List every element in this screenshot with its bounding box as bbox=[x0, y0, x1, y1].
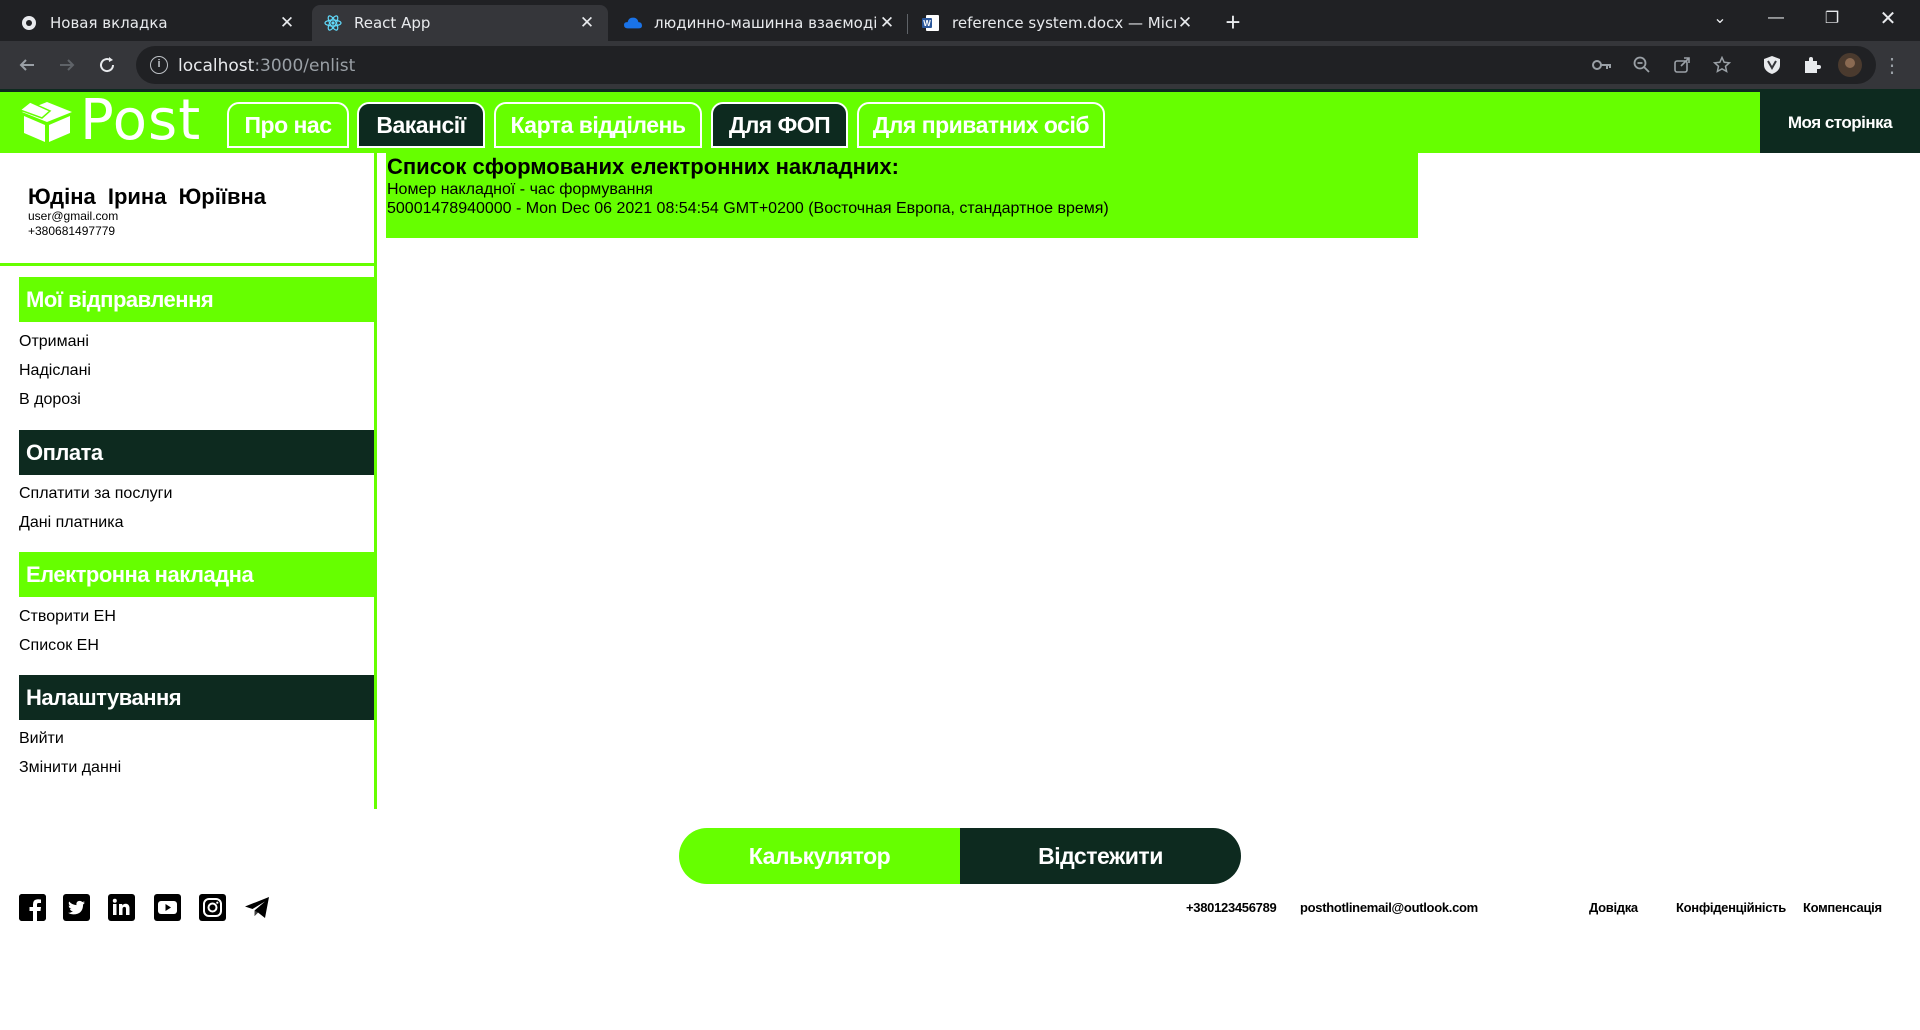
minimize-button[interactable]: — bbox=[1748, 0, 1804, 36]
arrow-left-icon bbox=[19, 59, 34, 71]
react-icon bbox=[324, 14, 342, 32]
user-email: user@gmail.com bbox=[28, 209, 119, 223]
onedrive-icon bbox=[624, 14, 642, 32]
web-page: Post Про нас Вакансії Карта відділень Дл… bbox=[0, 89, 1920, 1030]
back-button[interactable] bbox=[11, 49, 43, 81]
site-info-icon[interactable]: i bbox=[150, 56, 168, 74]
user-name: Юдіна Ірина Юріївна bbox=[28, 184, 267, 209]
reload-button[interactable] bbox=[91, 49, 123, 81]
arrow-right-icon bbox=[60, 59, 75, 71]
footer-link-help[interactable]: Довідка bbox=[1589, 900, 1638, 915]
close-tab-icon[interactable]: ✕ bbox=[878, 13, 896, 33]
sidebar-item-in-transit[interactable]: В дорозі bbox=[19, 391, 81, 409]
address-bar[interactable]: i localhost:3000/enlist bbox=[136, 46, 1876, 84]
sidebar-item-payer-data[interactable]: Дані платника bbox=[19, 514, 123, 532]
reload-icon bbox=[100, 57, 115, 73]
user-profile: Юдіна Ірина Юріївна user@gmail.com +3806… bbox=[0, 153, 374, 266]
youtube-icon[interactable] bbox=[154, 894, 181, 921]
logo-text: Post bbox=[80, 88, 202, 153]
page-title: Список сформованих електронних накладних… bbox=[387, 154, 899, 179]
section-settings[interactable]: Налаштування bbox=[19, 675, 374, 720]
sidebar-item-create-en[interactable]: Створити ЕН bbox=[19, 608, 116, 626]
calculator-button[interactable]: Калькулятор bbox=[679, 828, 960, 884]
nav-fop[interactable]: Для ФОП bbox=[711, 102, 848, 148]
nav-about[interactable]: Про нас bbox=[227, 102, 349, 148]
footer-link-compensation[interactable]: Компенсація bbox=[1803, 900, 1882, 915]
svg-text:W: W bbox=[923, 19, 931, 28]
section-payment[interactable]: Оплата bbox=[19, 430, 374, 475]
nav-branch-map[interactable]: Карта відділень bbox=[494, 102, 702, 148]
tab-react-app[interactable]: React App ✕ bbox=[312, 5, 608, 41]
cta-group: Калькулятор Відстежити bbox=[679, 828, 1241, 884]
box-logo-icon bbox=[20, 101, 72, 142]
telegram-icon[interactable] bbox=[244, 894, 271, 921]
user-phone: +380681497779 bbox=[28, 224, 116, 238]
sidebar-item-received[interactable]: Отримані bbox=[19, 333, 89, 351]
track-button[interactable]: Відстежити bbox=[960, 828, 1241, 884]
tab-separator bbox=[907, 14, 908, 34]
list-item: 50001478940000 - Mon Dec 06 2021 08:54:5… bbox=[387, 200, 1109, 217]
url-text[interactable]: localhost:3000/enlist bbox=[178, 56, 355, 76]
sidebar-item-sent[interactable]: Надіслані bbox=[19, 362, 91, 380]
sidebar-item-pay-services[interactable]: Сплатити за послуги bbox=[19, 485, 172, 503]
browser-tab-bar: Новая вкладка ✕ React App ✕ людинно-маши… bbox=[0, 0, 1920, 41]
restore-button[interactable]: ❐ bbox=[1804, 0, 1860, 36]
tab-word-doc[interactable]: W reference system.docx — Micros ✕ bbox=[910, 5, 1206, 41]
my-page-button[interactable]: Моя сторінка bbox=[1760, 92, 1920, 153]
close-tab-icon[interactable]: ✕ bbox=[278, 13, 296, 33]
instagram-icon[interactable] bbox=[199, 894, 226, 921]
sidebar-item-change-data[interactable]: Змінити данні bbox=[19, 759, 121, 777]
shield-icon[interactable] bbox=[1760, 53, 1784, 77]
site-header: Post Про нас Вакансії Карта відділень Дл… bbox=[0, 89, 1920, 153]
sidebar-item-logout[interactable]: Вийти bbox=[19, 730, 64, 748]
sidebar: Юдіна Ірина Юріївна user@gmail.com +3806… bbox=[0, 153, 377, 809]
word-icon: W bbox=[922, 14, 940, 32]
avatar[interactable] bbox=[1838, 53, 1862, 77]
browser-menu-icon[interactable]: ⋮ bbox=[1880, 53, 1904, 77]
zoom-icon[interactable] bbox=[1630, 53, 1654, 77]
extensions-icon[interactable] bbox=[1800, 53, 1824, 77]
new-tab-button[interactable]: + bbox=[1217, 8, 1249, 38]
nav-private-persons[interactable]: Для приватних осіб bbox=[857, 102, 1105, 148]
close-window-button[interactable]: ✕ bbox=[1860, 0, 1916, 36]
sidebar-item-list-en[interactable]: Список ЕН bbox=[19, 637, 99, 655]
nav-vacancies[interactable]: Вакансії bbox=[357, 102, 485, 148]
list-header: Номер накладної - час формування bbox=[387, 181, 653, 198]
waybill-list-panel: Список сформованих електронних накладних… bbox=[386, 153, 1418, 238]
section-e-waybill[interactable]: Електронна накладна bbox=[19, 552, 374, 597]
twitter-icon[interactable] bbox=[63, 894, 90, 921]
bookmark-star-icon[interactable] bbox=[1710, 53, 1734, 77]
section-my-shipments[interactable]: Мої відправлення bbox=[19, 277, 374, 322]
footer-phone[interactable]: +380123456789 bbox=[1186, 900, 1277, 915]
tab-new-tab[interactable]: Новая вкладка ✕ bbox=[8, 5, 308, 41]
close-tab-icon[interactable]: ✕ bbox=[578, 13, 596, 33]
tab-search-icon[interactable]: ⌄ bbox=[1692, 0, 1748, 36]
site-logo[interactable]: Post bbox=[20, 93, 201, 149]
forward-button[interactable] bbox=[51, 49, 83, 81]
facebook-icon[interactable] bbox=[19, 894, 46, 921]
linkedin-icon[interactable] bbox=[108, 894, 135, 921]
footer-link-privacy[interactable]: Конфіденційність bbox=[1676, 900, 1786, 915]
share-icon[interactable] bbox=[1670, 53, 1694, 77]
key-icon[interactable] bbox=[1590, 53, 1614, 77]
chrome-icon bbox=[20, 14, 38, 32]
footer-email[interactable]: posthotlinemail@outlook.com bbox=[1300, 900, 1478, 915]
close-tab-icon[interactable]: ✕ bbox=[1176, 13, 1194, 33]
tab-onedrive[interactable]: людинно-машинна взаємодія – ✕ bbox=[612, 5, 908, 41]
